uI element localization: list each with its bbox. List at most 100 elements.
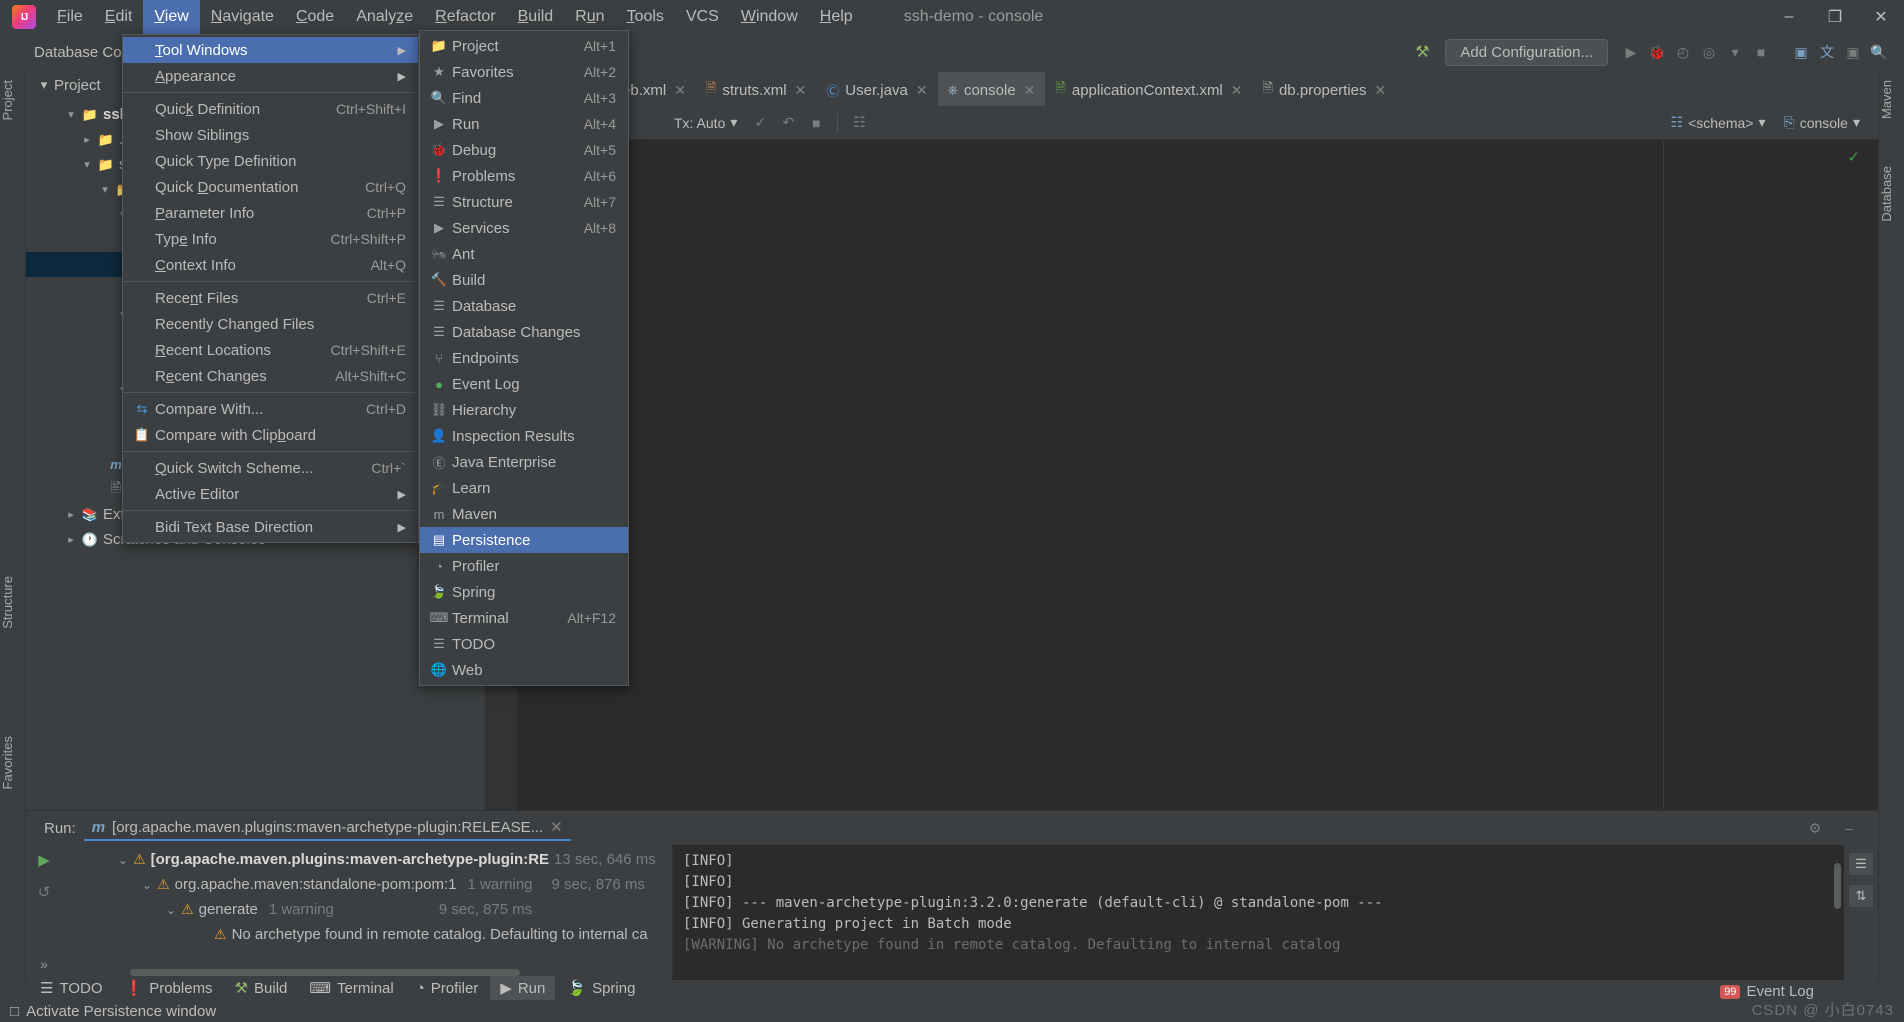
run-tree-row[interactable]: ⚠ No archetype found in remote catalog. …: [62, 922, 672, 947]
editor-scrollbar[interactable]: [1864, 140, 1878, 810]
menu-run[interactable]: Run: [564, 0, 615, 34]
tool-tab-problems[interactable]: ❗ Problems: [115, 976, 223, 1000]
close-icon[interactable]: ✕: [1024, 82, 1036, 99]
menu-item-recent-locations[interactable]: Recent Locations Ctrl+Shift+E: [123, 337, 418, 363]
close-icon[interactable]: ✕: [916, 82, 928, 99]
menu-item-show-siblings[interactable]: Show Siblings: [123, 122, 418, 148]
tool-window-item-ant[interactable]: 🐜 Ant: [420, 241, 628, 267]
tool-window-item-inspection-results[interactable]: 👤 Inspection Results: [420, 423, 628, 449]
tool-tab-spring[interactable]: 🍃 Spring: [557, 976, 645, 1000]
debug-icon[interactable]: 🐞: [1644, 40, 1670, 64]
minimize-panel-icon[interactable]: –: [1836, 816, 1862, 840]
tool-window-item-run[interactable]: ▶ Run Alt+4: [420, 111, 628, 137]
editor-tab-console[interactable]: ⎈ console ✕: [937, 72, 1046, 106]
tool-window-item-event-log[interactable]: ● Event Log: [420, 371, 628, 397]
close-icon[interactable]: ✕: [1375, 82, 1387, 99]
chevron-right-icon[interactable]: [78, 133, 96, 146]
session-selector[interactable]: ⎘ console ▾: [1776, 111, 1869, 134]
editor-tab-struts-xml[interactable]: 🗎 struts.xml ✕: [696, 72, 816, 106]
tool-window-item-debug[interactable]: 🐞 Debug Alt+5: [420, 137, 628, 163]
menu-vcs[interactable]: VCS: [675, 0, 730, 34]
rerun-icon[interactable]: ▶: [38, 851, 50, 869]
menu-item-appearance[interactable]: Appearance ▶: [123, 63, 418, 89]
schema-selector[interactable]: ☷ <schema> ▾: [1663, 111, 1774, 134]
close-button[interactable]: ✕: [1858, 0, 1904, 34]
tool-window-item-project[interactable]: 📁 Project Alt+1: [420, 33, 628, 59]
layout-icon[interactable]: ▣: [1788, 40, 1814, 64]
tool-tab-run[interactable]: ▶ Run: [490, 976, 556, 1000]
menu-item-compare-with-clipboard[interactable]: 📋 Compare with Clipboard: [123, 422, 418, 448]
sidebar-tab-maven[interactable]: Maven: [1879, 74, 1904, 125]
menu-item-quick-definition[interactable]: Quick Definition Ctrl+Shift+I: [123, 96, 418, 122]
editor-tab-application-context[interactable]: 🗎 applicationContext.xml ✕: [1045, 72, 1252, 106]
chevron-down-icon[interactable]: [96, 183, 114, 196]
sidebar-tab-structure[interactable]: Structure: [0, 570, 26, 635]
chevron-down-icon[interactable]: [62, 108, 80, 121]
menu-item-context-info[interactable]: Context Info Alt+Q: [123, 252, 418, 278]
tool-window-item-todo[interactable]: ☰ TODO: [420, 631, 628, 657]
run-result-tree[interactable]: ⌄ ⚠ [org.apache.maven.plugins:maven-arch…: [62, 845, 672, 980]
tool-window-item-endpoints[interactable]: ⑂ Endpoints: [420, 345, 628, 371]
sidebar-tab-project[interactable]: Project: [0, 74, 26, 126]
menu-analyze[interactable]: Analyze: [345, 0, 424, 34]
menu-item-type-info[interactable]: Type Info Ctrl+Shift+P: [123, 226, 418, 252]
tx-mode-selector[interactable]: Tx: Auto ▾: [666, 111, 745, 134]
menu-view[interactable]: View: [143, 0, 200, 34]
bottom-tool-tabs[interactable]: ☰ TODO ❗ Problems ⚒ Build ⌨ Terminal ◔ P…: [30, 976, 645, 1000]
tool-tab-terminal[interactable]: ⌨ Terminal: [299, 976, 403, 1000]
editor-tab-bar[interactable]: 🗎 demo) ✕ 🗎 web.xml ✕ 🗎 struts.xml ✕ Ⓒ U…: [486, 70, 1878, 106]
tool-window-item-services[interactable]: ▶ Services Alt+8: [420, 215, 628, 241]
coverage-icon[interactable]: ◴: [1670, 40, 1696, 64]
tool-window-item-web[interactable]: 🌐 Web: [420, 657, 628, 683]
menu-item-recent-files[interactable]: Recent Files Ctrl+E: [123, 285, 418, 311]
run-tree-row[interactable]: ⌄ ⚠ org.apache.maven:standalone-pom:pom:…: [62, 872, 672, 897]
run-session-tab[interactable]: m [org.apache.maven.plugins:maven-archet…: [83, 815, 571, 841]
run-icon[interactable]: ▶: [1618, 40, 1644, 64]
menu-item-quick-switch-scheme[interactable]: Quick Switch Scheme... Ctrl+`: [123, 455, 418, 481]
stop-query-icon[interactable]: ■: [803, 111, 829, 135]
menu-item-compare-with[interactable]: ⇆ Compare With... Ctrl+D: [123, 396, 418, 422]
stop-icon[interactable]: ■: [1748, 40, 1774, 64]
tool-window-item-find[interactable]: 🔍 Find Alt+3: [420, 85, 628, 111]
run-console-output[interactable]: [INFO] [INFO] [INFO] --- maven-archetype…: [672, 845, 1844, 980]
maximize-button[interactable]: ❐: [1812, 0, 1858, 34]
minimize-button[interactable]: –: [1766, 0, 1812, 34]
tool-window-item-structure[interactable]: ☰ Structure Alt+7: [420, 189, 628, 215]
tool-tab-build[interactable]: ⚒ Build: [225, 976, 298, 1000]
menu-file[interactable]: File: [46, 0, 94, 34]
tool-window-item-problems[interactable]: ❗ Problems Alt+6: [420, 163, 628, 189]
search-icon[interactable]: 🔍: [1866, 40, 1892, 64]
menu-item-tool-windows[interactable]: Tool Windows ▶: [123, 37, 418, 63]
tool-window-item-learn[interactable]: 🎓 Learn: [420, 475, 628, 501]
table-view-icon[interactable]: ☷: [846, 111, 872, 135]
gear-icon[interactable]: ⚙: [1802, 816, 1828, 840]
chevron-right-icon[interactable]: [62, 508, 80, 521]
window-controls[interactable]: – ❐ ✕: [1766, 0, 1904, 34]
tool-window-item-hierarchy[interactable]: ⛓ Hierarchy: [420, 397, 628, 423]
tool-window-item-spring[interactable]: 🍃 Spring: [420, 579, 628, 605]
rollback-icon[interactable]: ↶: [775, 111, 801, 135]
editor-tab-db-properties[interactable]: 🗎 db.properties ✕: [1253, 72, 1397, 106]
tool-window-item-maven[interactable]: m Maven: [420, 501, 628, 527]
menu-code[interactable]: Code: [285, 0, 345, 34]
menu-navigate[interactable]: Navigate: [200, 0, 285, 34]
chevron-down-icon[interactable]: ⌄: [118, 853, 128, 867]
tool-window-item-favorites[interactable]: ★ Favorites Alt+2: [420, 59, 628, 85]
close-icon[interactable]: ✕: [674, 82, 686, 99]
chevron-down-icon[interactable]: ⌄: [166, 903, 176, 917]
menu-item-recent-changes[interactable]: Recent Changes Alt+Shift+C: [123, 363, 418, 389]
console-editor-area[interactable]: ✓: [486, 140, 1878, 810]
menu-item-recently-changed-files[interactable]: Recently Changed Files: [123, 311, 418, 337]
rerun-failed-icon[interactable]: ↺: [38, 883, 51, 901]
tool-window-item-profiler[interactable]: ◔ Profiler: [420, 553, 628, 579]
translate-icon[interactable]: 文: [1814, 40, 1840, 64]
console-scrollbar[interactable]: [1834, 863, 1841, 909]
add-configuration-button[interactable]: Add Configuration...: [1445, 38, 1608, 66]
menu-edit[interactable]: Edit: [94, 0, 144, 34]
menu-item-quick-documentation[interactable]: Quick Documentation Ctrl+Q: [123, 174, 418, 200]
menu-item-quick-type-definition[interactable]: Quick Type Definition: [123, 148, 418, 174]
chevron-right-icon[interactable]: [62, 533, 80, 546]
tool-window-item-java-enterprise[interactable]: Ⓔ Java Enterprise: [420, 449, 628, 475]
tool-window-item-persistence[interactable]: ▤ Persistence: [420, 527, 628, 553]
menu-item-active-editor[interactable]: Active Editor ▶: [123, 481, 418, 507]
